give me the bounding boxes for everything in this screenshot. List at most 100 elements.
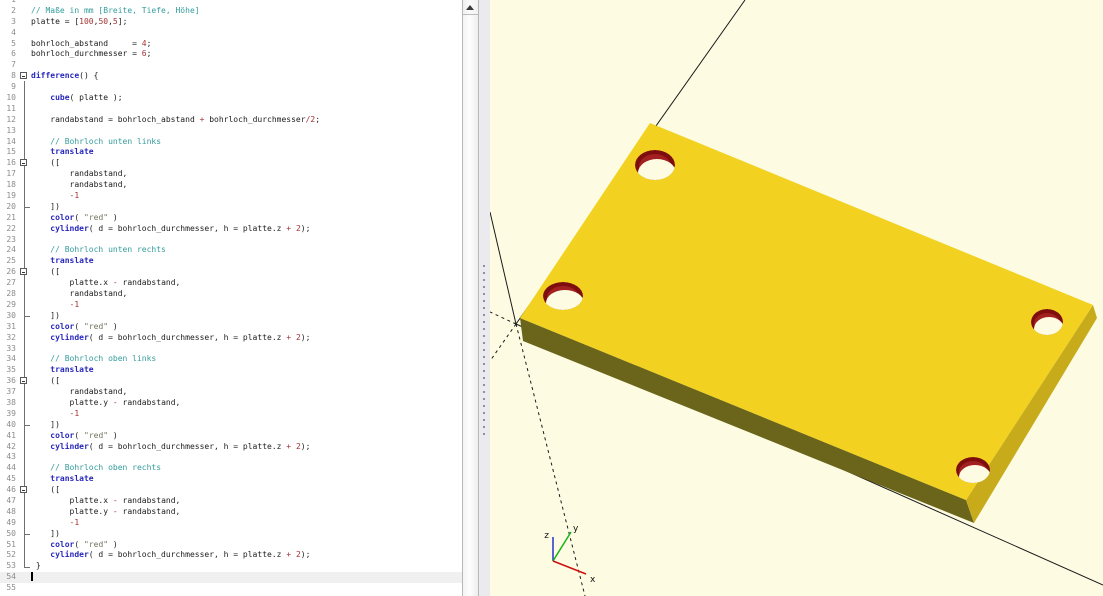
code-text[interactable]: -1 bbox=[31, 300, 462, 311]
code-line[interactable]: 5bohrloch_abstand = 4; bbox=[0, 39, 462, 50]
code-line[interactable]: 48 platte.y - randabstand, bbox=[0, 507, 462, 518]
code-text[interactable] bbox=[31, 104, 462, 115]
code-text[interactable]: } bbox=[31, 561, 462, 572]
code-line[interactable]: 40 ]) bbox=[0, 420, 462, 431]
code-line[interactable]: 18 randabstand, bbox=[0, 180, 462, 191]
code-text[interactable]: ]) bbox=[31, 420, 462, 431]
code-text[interactable]: bohrloch_abstand = 4; bbox=[31, 39, 462, 50]
code-line[interactable]: 22 cylinder( d = bohrloch_durchmesser, h… bbox=[0, 224, 462, 235]
code-line[interactable]: 32 cylinder( d = bohrloch_durchmesser, h… bbox=[0, 333, 462, 344]
code-text[interactable]: // Bohrloch unten rechts bbox=[31, 245, 462, 256]
code-line[interactable]: 33 bbox=[0, 344, 462, 355]
code-text[interactable]: ]) bbox=[31, 311, 462, 322]
3d-viewport[interactable]: z y x bbox=[490, 0, 1103, 596]
code-line[interactable]: 35 translate bbox=[0, 365, 462, 376]
code-text[interactable]: color( "red" ) bbox=[31, 431, 462, 442]
code-text[interactable]: platte.y - randabstand, bbox=[31, 398, 462, 409]
fold-collapse-icon[interactable] bbox=[18, 376, 31, 387]
code-text[interactable] bbox=[31, 452, 462, 463]
code-line[interactable]: 50 ]) bbox=[0, 529, 462, 540]
code-line[interactable]: 29 -1 bbox=[0, 300, 462, 311]
code-line[interactable]: 49 -1 bbox=[0, 518, 462, 529]
code-line[interactable]: 31 color( "red" ) bbox=[0, 322, 462, 333]
code-text[interactable]: platte.y - randabstand, bbox=[31, 507, 462, 518]
code-text[interactable]: translate bbox=[31, 256, 462, 267]
code-line[interactable]: 8difference() { bbox=[0, 71, 462, 82]
code-line[interactable]: 16 ([ bbox=[0, 158, 462, 169]
code-text[interactable]: ([ bbox=[31, 485, 462, 496]
code-line[interactable]: 17 randabstand, bbox=[0, 169, 462, 180]
code-line[interactable]: 25 translate bbox=[0, 256, 462, 267]
code-line[interactable]: 38 platte.y - randabstand, bbox=[0, 398, 462, 409]
fold-collapse-icon[interactable] bbox=[18, 485, 31, 496]
code-text[interactable]: -1 bbox=[31, 191, 462, 202]
code-line[interactable]: 12 randabstand = bohrloch_abstand + bohr… bbox=[0, 115, 462, 126]
code-line[interactable]: 14 // Bohrloch unten links bbox=[0, 137, 462, 148]
code-line[interactable]: 27 platte.x - randabstand, bbox=[0, 278, 462, 289]
code-line[interactable]: 34 // Bohrloch oben links bbox=[0, 354, 462, 365]
code-line[interactable]: 55 bbox=[0, 583, 462, 594]
code-line[interactable]: 23 bbox=[0, 235, 462, 246]
code-text[interactable] bbox=[31, 235, 462, 246]
code-text[interactable]: ([ bbox=[31, 376, 462, 387]
code-line[interactable]: 20 ]) bbox=[0, 202, 462, 213]
code-text[interactable]: platte.x - randabstand, bbox=[31, 278, 462, 289]
code-text[interactable]: ([ bbox=[31, 158, 462, 169]
code-line[interactable]: 42 cylinder( d = bohrloch_durchmesser, h… bbox=[0, 442, 462, 453]
fold-collapse-icon[interactable] bbox=[18, 71, 31, 82]
fold-collapse-icon[interactable] bbox=[18, 267, 31, 278]
code-text[interactable]: -1 bbox=[31, 409, 462, 420]
code-text[interactable]: difference() { bbox=[31, 71, 462, 82]
code-line[interactable]: 11 bbox=[0, 104, 462, 115]
pane-splitter[interactable] bbox=[479, 0, 490, 596]
code-text[interactable]: translate bbox=[31, 474, 462, 485]
code-text[interactable]: -1 bbox=[31, 518, 462, 529]
code-text[interactable]: cylinder( d = bohrloch_durchmesser, h = … bbox=[31, 333, 462, 344]
code-line[interactable]: 52 cylinder( d = bohrloch_durchmesser, h… bbox=[0, 550, 462, 561]
code-text[interactable]: // Maße in mm [Breite, Tiefe, Höhe] bbox=[31, 6, 462, 17]
code-line[interactable]: 51 color( "red" ) bbox=[0, 540, 462, 551]
code-line[interactable]: 47 platte.x - randabstand, bbox=[0, 496, 462, 507]
code-text[interactable]: randabstand = bohrloch_abstand + bohrloc… bbox=[31, 115, 462, 126]
code-line[interactable]: 30 ]) bbox=[0, 311, 462, 322]
code-line[interactable]: 28 randabstand, bbox=[0, 289, 462, 300]
code-text[interactable]: randabstand, bbox=[31, 387, 462, 398]
code-text[interactable]: cylinder( d = bohrloch_durchmesser, h = … bbox=[31, 550, 462, 561]
code-text[interactable]: ([ bbox=[31, 267, 462, 278]
code-line[interactable]: 4 bbox=[0, 28, 462, 39]
code-text[interactable] bbox=[31, 60, 462, 71]
code-text[interactable]: cylinder( d = bohrloch_durchmesser, h = … bbox=[31, 442, 462, 453]
code-line[interactable]: 39 -1 bbox=[0, 409, 462, 420]
code-editor[interactable]: 12// Maße in mm [Breite, Tiefe, Höhe]3pl… bbox=[0, 0, 462, 596]
code-text[interactable]: color( "red" ) bbox=[31, 213, 462, 224]
code-text[interactable]: cylinder( d = bohrloch_durchmesser, h = … bbox=[31, 224, 462, 235]
code-line[interactable]: 24 // Bohrloch unten rechts bbox=[0, 245, 462, 256]
code-text[interactable]: platte.x - randabstand, bbox=[31, 496, 462, 507]
code-text[interactable] bbox=[31, 583, 462, 594]
code-text[interactable] bbox=[31, 572, 462, 583]
code-text[interactable]: // Bohrloch unten links bbox=[31, 137, 462, 148]
code-text[interactable]: randabstand, bbox=[31, 289, 462, 300]
code-text[interactable]: // Bohrloch oben links bbox=[31, 354, 462, 365]
code-text[interactable]: // Bohrloch oben rechts bbox=[31, 463, 462, 474]
code-text[interactable]: translate bbox=[31, 147, 462, 158]
up-arrow-icon[interactable] bbox=[463, 0, 478, 15]
code-text[interactable]: ]) bbox=[31, 529, 462, 540]
code-text[interactable]: bohrloch_durchmesser = 6; bbox=[31, 49, 462, 60]
code-line[interactable]: 13 bbox=[0, 126, 462, 137]
code-line[interactable]: 26 ([ bbox=[0, 267, 462, 278]
code-text[interactable] bbox=[31, 82, 462, 93]
code-text[interactable]: randabstand, bbox=[31, 180, 462, 191]
code-line[interactable]: 53 } bbox=[0, 561, 462, 572]
code-text[interactable]: translate bbox=[31, 365, 462, 376]
code-text[interactable]: platte = [100,50,5]; bbox=[31, 17, 462, 28]
code-line[interactable]: 46 ([ bbox=[0, 485, 462, 496]
code-text[interactable] bbox=[31, 126, 462, 137]
code-line[interactable]: 37 randabstand, bbox=[0, 387, 462, 398]
code-line[interactable]: 9 bbox=[0, 82, 462, 93]
code-text[interactable]: color( "red" ) bbox=[31, 322, 462, 333]
scrollbar-thumb[interactable] bbox=[463, 16, 478, 596]
code-text[interactable] bbox=[31, 28, 462, 39]
code-line[interactable]: 21 color( "red" ) bbox=[0, 213, 462, 224]
code-line[interactable]: 7 bbox=[0, 60, 462, 71]
